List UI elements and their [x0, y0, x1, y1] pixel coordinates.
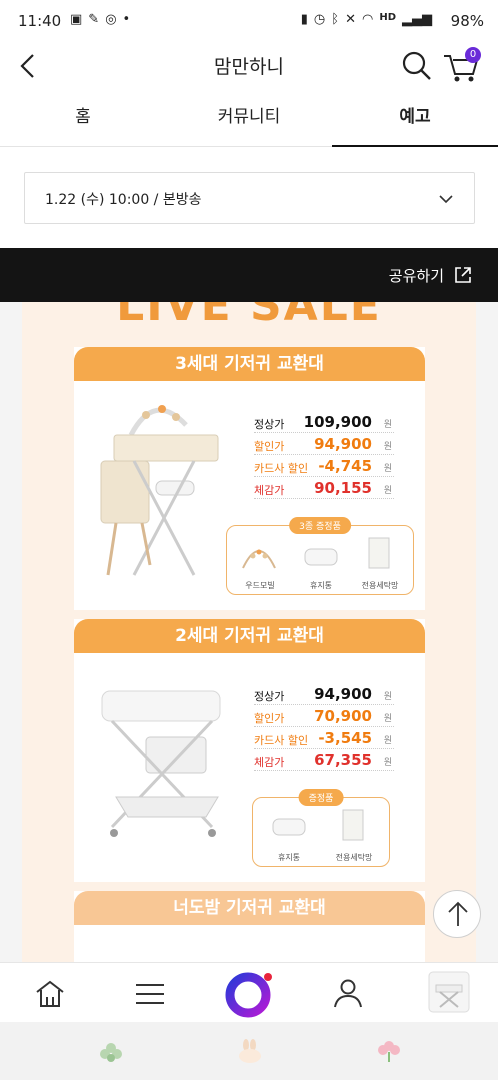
live-icon[interactable]: [224, 969, 276, 1019]
price-row-card-discount: 카드사 할인 -4,745 원: [254, 457, 394, 477]
product-card-2[interactable]: 2세대 기저귀 교환대 정상가 94,900 원 할인가 70,900 원 카드…: [74, 619, 425, 882]
instagram-icon: ◎: [105, 12, 117, 27]
my-page-icon[interactable]: [332, 977, 364, 1009]
tab-preview[interactable]: 예고: [332, 92, 498, 147]
broadcast-date-select[interactable]: 1.22 (수) 10:00 / 본방송: [24, 172, 475, 224]
product-card-1[interactable]: 3세대 기저귀 교환대 정상가 109,900 원 할인가 94,900 원 카…: [74, 347, 425, 610]
price-row-discount: 할인가 70,900 원: [254, 707, 394, 727]
pen-icon: ✎: [88, 12, 100, 27]
tab-home[interactable]: 홈: [0, 92, 166, 147]
changing-table-image: [100, 405, 219, 576]
battery-saver-icon: ▮: [300, 12, 308, 27]
poster-headline: LIVE SALE: [116, 302, 382, 331]
trash-bin-icon: [272, 818, 306, 836]
price-row-card-discount: 카드사 할인 -3,545 원: [254, 729, 394, 749]
system-icons: ▮ ◷ ᛒ ✕ ◠ HD ▂▄▆: [301, 12, 432, 27]
product-card-3[interactable]: 너도밤 기저귀 교환대: [74, 891, 425, 962]
battery-level: 98%: [450, 12, 484, 30]
home-icon[interactable]: [34, 979, 66, 1009]
rabbit-icon[interactable]: [236, 1038, 264, 1064]
dot-icon: •: [122, 12, 131, 27]
laundry-net-icon: [368, 537, 390, 569]
gift-box: 3종 증정품 우드모빌 휴지통 전용세탁망: [226, 517, 414, 595]
alarm-icon: ◷: [313, 12, 326, 27]
price-row-regular: 정상가 109,900 원: [254, 413, 394, 433]
price-row-effective: 체감가 90,155 원: [254, 479, 394, 499]
gift-item: 휴지통: [309, 581, 333, 590]
scroll-to-top-button[interactable]: [433, 890, 481, 938]
app-bar: 맘만하니 0: [0, 44, 498, 90]
content-area: LIVE SALE 3세대 기저귀 교환대 정상가 109,900 원 할인가 …: [0, 302, 498, 962]
signal-icon: ▂▄▆: [402, 12, 432, 27]
hd-voice-icon: HD: [379, 12, 396, 23]
system-nav-bar: [0, 1022, 498, 1080]
tab-bar: 홈 커뮤니티 예고: [0, 92, 498, 147]
gift-title: 3종 증정품: [289, 517, 351, 534]
search-icon[interactable]: [401, 50, 433, 82]
laundry-net-icon: [342, 809, 364, 841]
recent-product-thumbnail[interactable]: [428, 971, 470, 1013]
wood-mobile-icon: [242, 549, 276, 569]
broadcast-date-value: 1.22 (수) 10:00 / 본방송: [45, 192, 202, 208]
price-row-discount: 할인가 94,900 원: [254, 435, 394, 455]
wifi-icon: ◠: [361, 12, 374, 27]
bottom-nav: [0, 962, 498, 1022]
product-name: 너도밤 기저귀 교환대: [74, 891, 425, 925]
cart-count-badge: 0: [465, 47, 481, 63]
chevron-down-icon: [439, 195, 453, 204]
status-bar: 11:40 ▣ ✎ ◎ • ▮ ◷ ᛒ ✕ ◠ HD ▂▄▆ 98%: [0, 0, 498, 44]
clock: 11:40: [18, 12, 62, 30]
live-sale-poster: LIVE SALE 3세대 기저귀 교환대 정상가 109,900 원 할인가 …: [22, 302, 476, 962]
gift-item: 휴지통: [277, 853, 301, 862]
gift-item: 전용세탁망: [361, 581, 399, 590]
flower-icon[interactable]: [376, 1038, 402, 1064]
menu-icon[interactable]: [134, 981, 166, 1007]
arrow-up-icon: [448, 901, 468, 926]
price-row-regular: 정상가 94,900 원: [254, 685, 394, 705]
trash-bin-icon: [304, 548, 338, 566]
gallery-icon: ▣: [70, 12, 83, 27]
gift-item: 전용세탁망: [335, 853, 373, 862]
share-button[interactable]: 공유하기: [389, 265, 444, 286]
mute-icon: ✕: [345, 12, 356, 27]
price-row-effective: 체감가 67,355 원: [254, 751, 394, 771]
bluetooth-icon: ᛒ: [331, 12, 340, 27]
gift-title: 증정품: [298, 789, 344, 806]
notification-icons: ▣ ✎ ◎ •: [70, 12, 130, 27]
tab-community[interactable]: 커뮤니티: [166, 92, 332, 147]
changing-table-image: [101, 690, 221, 837]
product-name: 2세대 기저귀 교환대: [74, 619, 425, 653]
share-bar: 공유하기: [0, 248, 498, 302]
product-name: 3세대 기저귀 교환대: [74, 347, 425, 381]
gift-item: 우드모빌: [245, 581, 275, 590]
gift-box: 증정품 휴지통 전용세탁망: [252, 789, 390, 867]
clover-icon[interactable]: [98, 1040, 124, 1064]
share-icon[interactable]: [454, 266, 472, 284]
